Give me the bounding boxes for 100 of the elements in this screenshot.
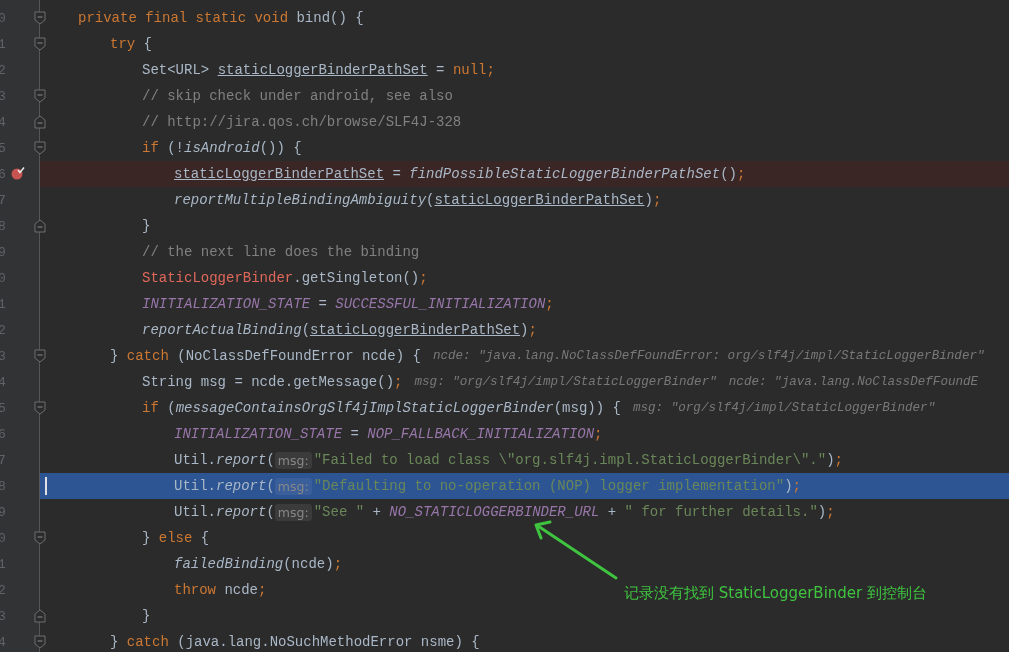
method-name: report	[216, 504, 267, 520]
fold-marker-icon[interactable]	[34, 401, 46, 415]
code-text: (	[266, 504, 275, 520]
code-text: bind() {	[295, 10, 364, 26]
debug-value: msg: "org/slf4j/impl/StaticLoggerBinder"	[414, 375, 717, 389]
keyword: ;	[528, 322, 537, 338]
code-text: (!	[166, 140, 185, 156]
keyword: if	[142, 400, 159, 416]
code-text: }	[142, 608, 151, 624]
code-text: (msg)) {	[553, 400, 621, 416]
parameter-hint: msg:	[274, 477, 312, 495]
fold-marker-icon[interactable]	[34, 141, 46, 155]
string-literal: " for further details."	[624, 504, 818, 520]
code-text: +	[606, 504, 618, 520]
string-literal: "Failed to load class \"org.slf4j.impl.StaticLoggerBinder\"."	[313, 452, 827, 468]
parameter-hint: msg:	[274, 503, 312, 521]
keyword: if	[142, 140, 159, 156]
code-text: =	[391, 166, 402, 182]
code-text: ()) {	[259, 140, 302, 156]
variable-name: staticLoggerBinderPathSet	[174, 166, 385, 182]
fold-marker-icon[interactable]	[34, 37, 46, 51]
string-literal: "See "	[313, 504, 365, 520]
breakpoint-icon[interactable]	[11, 166, 25, 180]
debug-value: ncde: "java.lang.NoClassDefFoundError: org/slf4j/impl/StaticLoggerBinder"	[432, 349, 985, 363]
keyword: ;	[736, 166, 746, 182]
variable-name: staticLoggerBinderPathSet	[434, 192, 645, 208]
code-text: (	[426, 192, 435, 208]
code-text: }	[142, 218, 151, 234]
method-name: reportMultipleBindingAmbiguity	[174, 192, 427, 208]
code-text: (	[166, 400, 176, 416]
keyword: try	[110, 36, 136, 52]
code-text: Util.	[174, 504, 216, 520]
keyword: ;	[545, 296, 554, 312]
variable-name: staticLoggerBinderPathSet	[310, 322, 521, 338]
class-name: StaticLoggerBinder	[142, 270, 294, 286]
annotation-text: 记录没有找到 StaticLoggerBinder 到控制台	[624, 584, 928, 603]
code-text: {	[199, 530, 210, 546]
variable-name: staticLoggerBinderPathSet	[217, 62, 428, 78]
keyword: ;	[834, 452, 843, 468]
code-text: (	[301, 322, 311, 338]
code-text: )	[520, 322, 529, 338]
code-text: (	[266, 478, 275, 494]
code-text: (ncde)	[283, 556, 334, 572]
method-name: isAndroid	[184, 140, 260, 156]
code-text: ncde	[223, 582, 259, 598]
string-literal: "Defaulting to no-operation (NOP) logger implementation"	[313, 478, 785, 494]
keyword: ;	[792, 478, 801, 494]
keyword: ;	[258, 582, 267, 598]
code-text: )	[817, 504, 827, 520]
method-name: report	[216, 478, 267, 494]
text-cursor	[45, 477, 47, 495]
code-text: =	[435, 62, 446, 78]
code-text: .getSingleton()	[293, 270, 420, 286]
keyword: ;	[652, 192, 662, 208]
method-name: reportActualBinding	[142, 322, 302, 338]
keyword: null;	[452, 62, 495, 78]
code-text: }	[110, 348, 120, 364]
code-text: Set<URL>	[142, 62, 211, 78]
method-name: failedBinding	[174, 556, 284, 572]
constant-name: SUCCESSFUL_INITIALIZATION	[335, 296, 546, 312]
constant-name: NOP_FALLBACK_INITIALIZATION	[367, 426, 595, 442]
constant-name: INITIALIZATION_STATE	[174, 426, 343, 442]
keyword: private final static void	[78, 10, 289, 26]
code-comment: // skip check under android, see also	[142, 88, 453, 104]
parameter-hint: msg:	[274, 451, 312, 469]
keyword: ;	[394, 374, 403, 390]
code-text: Util.	[174, 452, 216, 468]
keyword: ;	[594, 426, 603, 442]
code-text: =	[349, 426, 360, 442]
code-text: Util.	[174, 478, 216, 494]
keyword: ;	[419, 270, 428, 286]
fold-marker-icon[interactable]	[34, 219, 46, 233]
keyword: throw	[174, 582, 216, 598]
code-text: (NoClassDefFoundError ncde) {	[176, 348, 421, 364]
method-name: findPossibleStaticLoggerBinderPathSet	[409, 166, 721, 182]
fold-marker-icon[interactable]	[34, 635, 46, 649]
method-name: report	[216, 452, 267, 468]
keyword: ;	[333, 556, 343, 572]
code-comment: // the next line does the binding	[142, 244, 420, 260]
constant-name: NO_STATICLOGGERBINDER_URL	[389, 504, 600, 520]
code-text: (java.lang.NoSuchMethodError nsme) {	[176, 634, 480, 650]
code-text: )	[784, 478, 793, 494]
code-text: )	[826, 452, 835, 468]
code-text: =	[317, 296, 328, 312]
fold-marker-icon[interactable]	[34, 89, 46, 103]
fold-marker-icon[interactable]	[34, 609, 46, 623]
fold-marker-icon[interactable]	[34, 531, 46, 545]
code-text: String msg = ncde.getMessage()	[142, 374, 395, 390]
code-text: +	[371, 504, 382, 520]
keyword: ;	[826, 504, 835, 520]
code-text: {	[142, 36, 153, 52]
method-name: messageContainsOrgSlf4jImplStaticLoggerBinder	[175, 400, 554, 416]
keyword: else	[158, 530, 193, 546]
constant-name: INITIALIZATION_STATE	[142, 296, 311, 312]
code-text: )	[644, 192, 653, 208]
fold-marker-icon[interactable]	[34, 349, 46, 363]
fold-marker-icon[interactable]	[34, 115, 46, 129]
keyword: catch	[126, 348, 169, 364]
debug-value: ncde: "java.lang.NoClassDefFoundE	[728, 375, 979, 389]
fold-marker-icon[interactable]	[34, 11, 46, 25]
